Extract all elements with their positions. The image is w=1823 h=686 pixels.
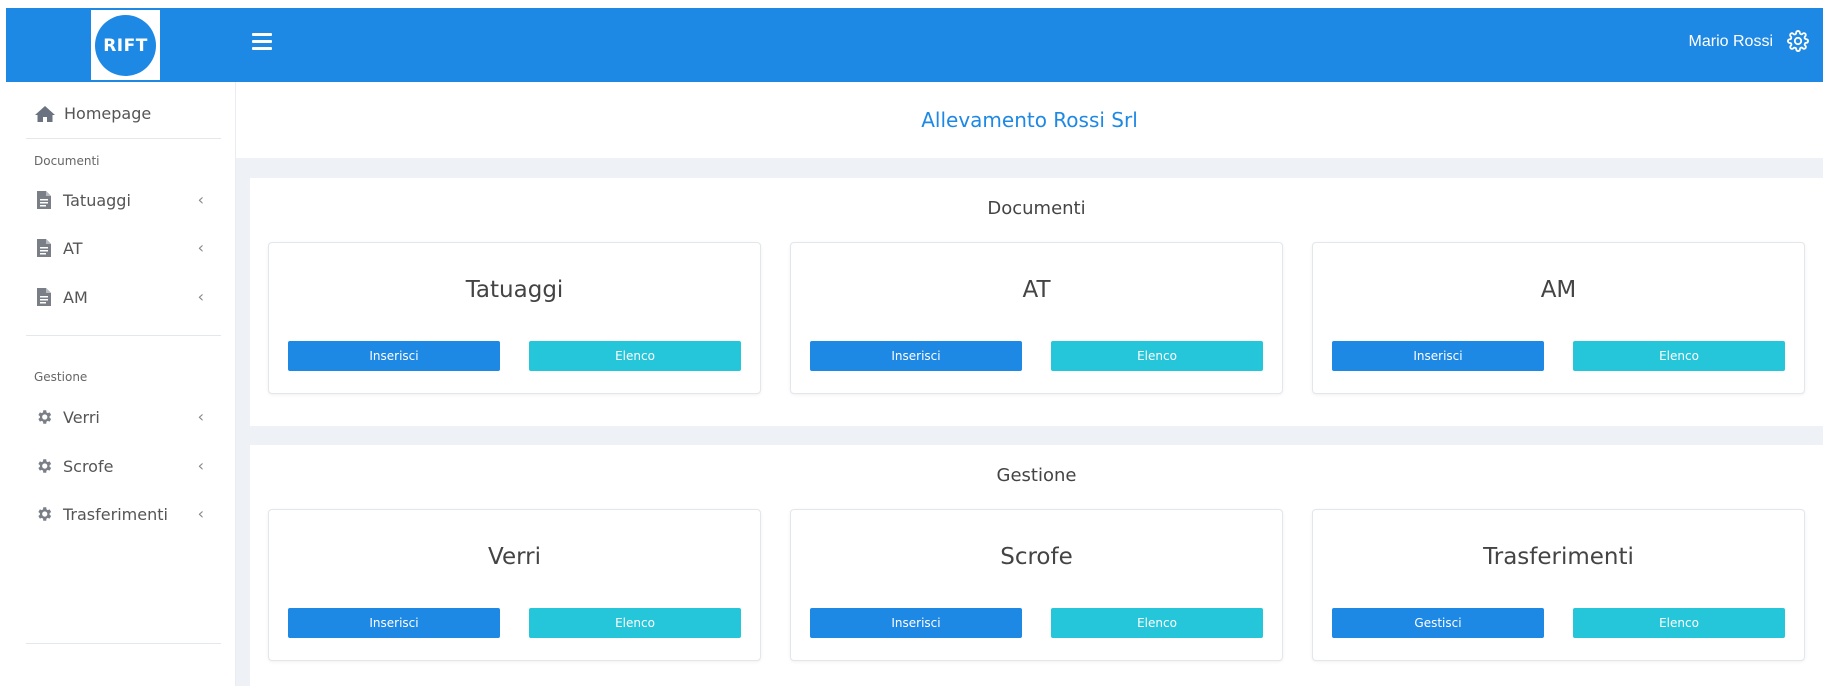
card-am: AM Inserisci Elenco [1312,242,1805,394]
top-navbar: RIFT Mario Rossi [6,8,1823,82]
chevron-left-icon: ‹ [197,190,204,209]
sidebar-item-label: Verri [63,407,100,427]
logo: RIFT [95,15,156,76]
sidebar-item-label: AT [63,238,83,258]
card-title: Trasferimenti [1483,544,1634,570]
sidebar-item-label: Homepage [64,104,152,123]
inserisci-button[interactable]: Inserisci [810,341,1022,371]
sidebar-section-title: Documenti [34,154,100,168]
file-icon [34,287,54,307]
card-title: Tatuaggi [465,277,564,303]
logo-frame[interactable]: RIFT [91,10,160,80]
sidebar-item-trasferimenti[interactable]: Trasferimenti ‹ [34,502,214,526]
sidebar-item-verri[interactable]: Verri ‹ [34,405,214,429]
elenco-button[interactable]: Elenco [1051,608,1263,638]
logo-area: RIFT [6,8,236,82]
sidebar-divider [26,335,221,336]
page-header: Allevamento Rossi Srl [236,82,1823,158]
panel-documenti: Documenti Tatuaggi Inserisci Elenco AT I… [250,178,1823,426]
gestisci-button[interactable]: Gestisci [1332,608,1544,638]
elenco-button[interactable]: Elenco [1573,341,1785,371]
main-content: Allevamento Rossi Srl Documenti Tatuaggi… [236,82,1823,686]
page-title: Allevamento Rossi Srl [921,108,1138,132]
card-tatuaggi: Tatuaggi Inserisci Elenco [268,242,761,394]
card-trasferimenti: Trasferimenti Gestisci Elenco [1312,509,1805,661]
inserisci-button[interactable]: Inserisci [288,608,500,638]
chevron-left-icon: ‹ [197,456,204,475]
sidebar-item-tatuaggi[interactable]: Tatuaggi ‹ [34,188,214,212]
sidebar-item-label: Tatuaggi [63,190,131,210]
elenco-button[interactable]: Elenco [529,608,741,638]
gear-icon [34,504,54,524]
chevron-left-icon: ‹ [197,407,204,426]
card-at: AT Inserisci Elenco [790,242,1283,394]
gear-icon [34,456,54,476]
sidebar-divider [26,138,221,139]
sidebar-item-label: AM [63,287,88,307]
sidebar: Homepage Documenti Tatuaggi ‹ AT ‹ AM ‹ … [6,82,236,686]
menu-toggle-icon[interactable] [252,33,272,51]
sidebar-item-label: Scrofe [63,456,114,476]
file-icon [34,238,54,258]
sidebar-divider [26,643,221,644]
card-verri: Verri Inserisci Elenco [268,509,761,661]
gear-icon [34,407,54,427]
sidebar-item-scrofe[interactable]: Scrofe ‹ [34,454,214,478]
panel-title: Documenti [987,198,1086,219]
file-icon [34,190,54,210]
chevron-left-icon: ‹ [197,287,204,306]
elenco-button[interactable]: Elenco [529,341,741,371]
sidebar-item-at[interactable]: AT ‹ [34,236,214,260]
inserisci-button[interactable]: Inserisci [288,341,500,371]
card-scrofe: Scrofe Inserisci Elenco [790,509,1283,661]
elenco-button[interactable]: Elenco [1051,341,1263,371]
home-icon [35,105,55,122]
card-title: AT [1022,277,1051,303]
sidebar-item-am[interactable]: AM ‹ [34,285,214,309]
chevron-left-icon: ‹ [197,238,204,257]
card-title: Verri [488,544,541,570]
sidebar-item-label: Trasferimenti [63,504,168,524]
sidebar-item-homepage[interactable]: Homepage [34,104,151,123]
panel-gestione: Gestione Verri Inserisci Elenco Scrofe I… [250,445,1823,686]
user-name[interactable]: Mario Rossi [1689,33,1773,51]
settings-gear-icon[interactable] [1787,30,1809,52]
chevron-left-icon: ‹ [197,504,204,523]
panel-title: Gestione [996,465,1077,486]
card-title: Scrofe [1000,544,1073,570]
inserisci-button[interactable]: Inserisci [1332,341,1544,371]
inserisci-button[interactable]: Inserisci [810,608,1022,638]
card-title: AM [1540,277,1577,303]
elenco-button[interactable]: Elenco [1573,608,1785,638]
sidebar-section-title: Gestione [34,370,88,384]
